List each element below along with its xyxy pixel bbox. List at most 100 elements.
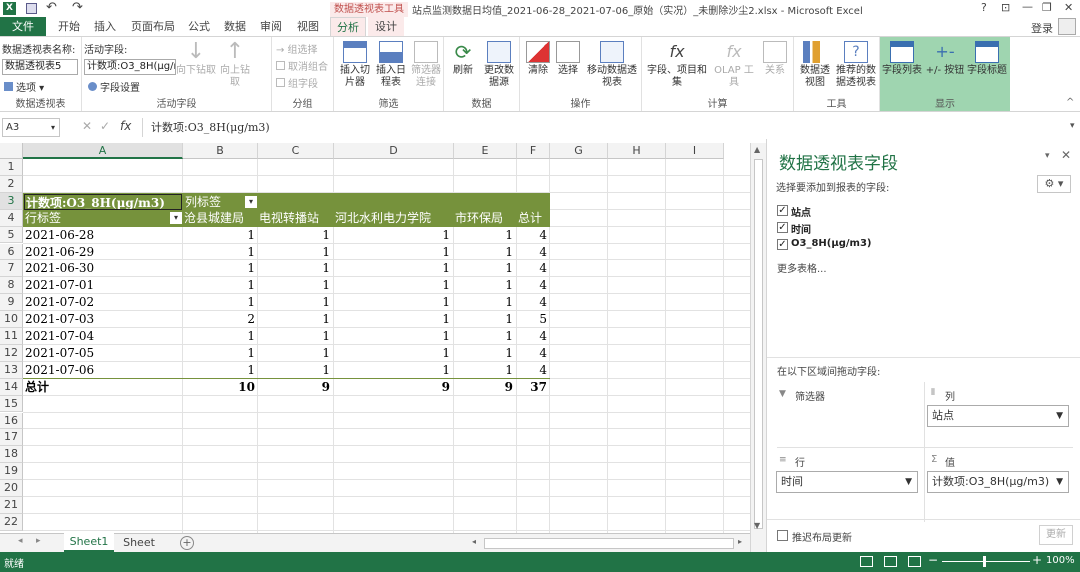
formula-input[interactable]: 计数项:O3_8H(μg/m3) [142,118,742,137]
pivot-total-label[interactable]: 总计 [25,379,49,396]
tab-analyze[interactable]: 分析 [330,17,366,36]
tab-review[interactable]: 审阅 [254,17,288,36]
pane-close-icon[interactable]: ✕ [1061,148,1071,162]
help-button[interactable]: ? [981,1,987,14]
row-header[interactable]: 16 [0,412,23,430]
add-sheet-icon[interactable]: + [180,536,194,550]
update-button[interactable]: 更新 [1039,525,1073,545]
login-link[interactable]: 登录 [1031,20,1053,36]
scroll-right-icon[interactable]: ▸ [738,537,742,546]
row-header[interactable]: 17 [0,429,23,447]
column-header[interactable]: G [550,143,608,159]
column-header[interactable]: H [608,143,666,159]
column-header[interactable]: B [183,143,258,159]
ribbon-display-button[interactable]: ⊡ [1001,1,1010,14]
pivot-value-cell[interactable]: 1 [215,294,255,311]
row-header[interactable]: 22 [0,513,23,531]
avatar[interactable] [1058,18,1076,35]
tab-view[interactable]: 视图 [290,17,326,36]
row-header[interactable]: 21 [0,497,23,514]
column-header[interactable]: F [517,143,550,159]
scroll-up-icon[interactable]: ▲ [754,145,760,154]
plus-minus-button[interactable]: +- +/- 按钮 [924,41,966,77]
pivot-corner-cell[interactable]: 计数项:O3_8H(μg/m3) [24,194,182,210]
pivot-col-header[interactable]: 沧县城建局 [184,210,258,226]
column-header[interactable]: D [334,143,454,159]
page-layout-view-icon[interactable] [884,556,897,567]
pivot-value-cell[interactable]: 1 [410,227,450,244]
olap-button[interactable]: fx OLAP 工具 [710,41,758,89]
undo-icon[interactable]: ↶ [46,0,57,15]
tab-data[interactable]: 数据 [218,17,252,36]
row-header[interactable]: 12 [0,344,23,362]
pivot-value-cell[interactable]: 1 [215,227,255,244]
pivot-value-cell[interactable]: 4 [507,277,547,294]
field-checkbox-station[interactable]: ✓ [777,205,788,216]
row-header[interactable]: 7 [0,260,23,278]
zoom-level[interactable]: 100% [1046,555,1075,566]
pivot-value-cell[interactable]: 1 [290,277,330,294]
pivot-row-date[interactable]: 2021-06-30 [25,260,94,277]
insert-timeline-button[interactable]: 插入日程表 [374,41,408,89]
worksheet-grid[interactable]: ABCDEFGHI 1 2 3 4 5 6 7 8 9 10 11 12 13 14 15 16 17 18 19 2… [0,143,750,533]
save-icon[interactable] [26,3,37,14]
pivot-row-date[interactable]: 2021-06-29 [25,244,94,261]
pivot-value-cell[interactable]: 1 [215,328,255,345]
row-header[interactable]: 15 [0,395,23,413]
row-header[interactable]: 1 [0,159,23,176]
pivot-col-label[interactable]: 列标签 ▾ [185,194,260,210]
gear-icon[interactable]: ⚙ ▾ [1037,175,1071,193]
pivot-col-header[interactable]: 市环保局 [455,210,517,226]
pivot-value-cell[interactable]: 1 [410,328,450,345]
pivot-chart-button[interactable]: 数据透视图 [798,41,832,89]
pivot-value-cell[interactable]: 1 [215,260,255,277]
row-header[interactable]: 3 [0,192,23,210]
row-header[interactable]: 20 [0,480,23,497]
group-selection-button[interactable]: → 组选择 [276,41,318,56]
pivot-total-cell[interactable]: 9 [290,379,330,396]
filter-connections-button[interactable]: 筛选器连接 [410,41,442,89]
field-headers-button[interactable]: 字段标题 [966,41,1008,77]
pivot-value-cell[interactable]: 4 [507,294,547,311]
scroll-thumb[interactable] [754,159,763,529]
pivot-row-label[interactable]: 行标签 ▾ [25,210,183,226]
sheet-tab-sheet1[interactable]: Sheet1 [64,533,114,552]
active-field-input[interactable]: 计数项:O3_8H(μg/n [84,59,176,75]
tab-home[interactable]: 开始 [52,17,86,36]
pivot-value-cell[interactable]: 4 [507,244,547,261]
pivot-row-date[interactable]: 2021-07-05 [25,345,94,362]
next-sheet-icon[interactable]: ▸ [36,536,41,546]
clear-button[interactable]: 清除 [524,41,552,77]
tab-file[interactable]: 文件 [0,17,46,36]
pivot-row-date[interactable]: 2021-07-01 [25,277,94,294]
pivot-row-date[interactable]: 2021-07-06 [25,362,94,379]
enter-icon[interactable]: ✓ [100,119,110,133]
select-all-corner[interactable] [0,143,23,159]
page-break-view-icon[interactable] [908,556,921,567]
zoom-in-icon[interactable]: + [1032,553,1042,567]
pivot-value-cell[interactable]: 4 [507,260,547,277]
pivot-row-date[interactable]: 2021-06-28 [25,227,94,244]
drill-down-button[interactable]: ↓ 向下钻取 [176,41,216,77]
more-tables-link[interactable]: 更多表格... [777,260,827,275]
recommended-button[interactable]: ? 推荐的数据透视表 [834,41,878,89]
change-source-button[interactable]: 更改数据源 [480,41,518,89]
hscroll-thumb[interactable] [484,538,734,549]
pivot-value-cell[interactable]: 4 [507,328,547,345]
pivot-col-header[interactable]: 河北水利电力学院 [335,210,454,226]
zoom-out-icon[interactable]: − [928,553,938,567]
pane-divider[interactable] [767,357,1080,358]
pivot-name-input[interactable]: 数据透视表5 [2,59,78,75]
insert-slicer-button[interactable]: 插入切片器 [338,41,372,89]
pivot-value-cell[interactable]: 1 [410,345,450,362]
pivot-value-cell[interactable]: 1 [290,227,330,244]
field-settings-button[interactable]: 字段设置 [88,79,140,94]
pivot-value-cell[interactable]: 1 [290,328,330,345]
refresh-button[interactable]: ⟳ 刷新 [448,41,478,77]
ungroup-button[interactable]: 取消组合 [276,58,328,73]
tab-page-layout[interactable]: 页面布局 [126,17,180,36]
rows-field-dropdown[interactable]: 时间 ▼ [776,471,918,493]
pivot-col-header[interactable]: 电视转播站 [259,210,334,226]
pivot-row-date[interactable]: 2021-07-02 [25,294,94,311]
options-button[interactable]: 选项 ▾ [4,79,44,94]
